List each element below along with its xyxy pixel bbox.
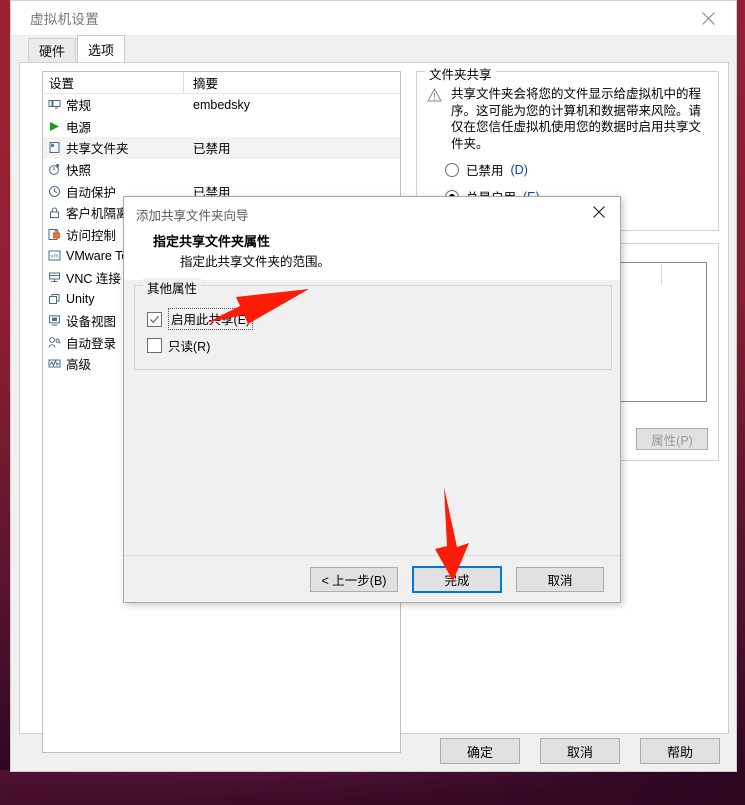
finish-button[interactable]: 完成 [412, 565, 502, 593]
row-name-cell: 共享文件夹 [43, 138, 184, 157]
autoprotect-icon [47, 184, 61, 198]
warning-icon [427, 87, 443, 152]
radio-icon [445, 162, 459, 177]
access-control-icon [47, 227, 61, 241]
checkbox-checked-icon [147, 311, 162, 327]
row-label: 设备视图 [66, 315, 117, 330]
row-label: 自动登录 [66, 336, 117, 351]
checkbox-enable-share-label: 启用此共享(E) [168, 308, 254, 330]
tab-options[interactable]: 选项 [77, 35, 126, 62]
table-row[interactable]: 常规 embedsky [43, 94, 400, 116]
row-name-cell: 电源 [43, 117, 184, 136]
vmware-tools-icon: vm [47, 249, 61, 263]
row-label: 访问控制 [66, 228, 117, 243]
radio-disabled[interactable]: 已禁用 (D) [427, 160, 708, 179]
window-footer: 确定 取消 帮助 [11, 731, 736, 771]
ok-button[interactable]: 确定 [440, 738, 520, 764]
window-edge-left [0, 0, 10, 770]
unity-icon [47, 292, 61, 306]
window-edge-right [737, 0, 745, 770]
radio-disabled-accel: (D) [510, 162, 528, 177]
tab-options-label: 选项 [88, 42, 115, 58]
folder-sharing-legend: 文件夹共享 [425, 64, 496, 83]
title-bar: 虚拟机设置 [11, 1, 736, 35]
column-header-summary[interactable]: 摘要 [184, 72, 400, 93]
table-row[interactable]: 电源 [43, 116, 400, 138]
svg-text:vm: vm [50, 254, 58, 260]
row-label: 客户机隔离 [66, 207, 129, 222]
warning-text: 共享文件夹会将您的文件显示给虚拟机中的程序。这可能为您的计算机和数据带来风险。请… [451, 87, 702, 151]
row-label: 自动保护 [66, 185, 117, 200]
screen: 虚拟机设置 硬件 选项 设置 摘要 常规 embedsky 电源 共享文件夹 已… [0, 0, 745, 805]
checkbox-unchecked-icon [147, 338, 162, 353]
properties-button[interactable]: 属性(P) [636, 428, 708, 450]
monitor-icon [47, 98, 61, 112]
table-row[interactable]: 共享文件夹 已禁用 [43, 137, 400, 159]
row-summary-cell: embedsky [193, 97, 250, 112]
dialog-footer: < 上一步(B) 完成 取消 [124, 555, 620, 602]
play-icon [47, 119, 61, 133]
tab-hardware-label: 硬件 [39, 44, 66, 59]
help-button[interactable]: 帮助 [640, 738, 720, 764]
dialog-cancel-button[interactable]: 取消 [516, 566, 604, 592]
row-name-cell: 快照 [43, 160, 184, 179]
other-attributes-legend: 其他属性 [143, 278, 202, 297]
dialog-subheading: 指定此共享文件夹的范围。 [180, 255, 331, 269]
folders-col-3[interactable] [662, 263, 706, 285]
dialog-title: 添加共享文件夹向导 [136, 209, 249, 223]
row-label: 电源 [66, 120, 92, 135]
tab-hardware[interactable]: 硬件 [28, 38, 77, 62]
warning-row: 共享文件夹会将您的文件显示给虚拟机中的程序。这可能为您的计算机和数据带来风险。请… [427, 86, 708, 152]
column-header-setting[interactable]: 设置 [43, 72, 184, 93]
dialog-heading: 指定共享文件夹属性 [153, 234, 271, 249]
row-name-cell: 常规 [43, 95, 184, 114]
close-icon[interactable] [582, 199, 616, 225]
settings-list-header: 设置 摘要 [43, 72, 400, 94]
row-summary-cell: 已禁用 [193, 142, 231, 157]
row-label: 常规 [66, 99, 92, 114]
checkbox-enable-share[interactable]: 启用此共享(E) [147, 308, 254, 330]
advanced-icon [47, 357, 61, 371]
tab-strip: 硬件 选项 [11, 35, 736, 62]
row-label: 共享文件夹 [66, 142, 129, 157]
dialog-header: 添加共享文件夹向导 指定共享文件夹属性 指定此共享文件夹的范围。 [124, 197, 620, 281]
other-attributes-groupbox: 其他属性 启用此共享(E) 只读(R) [134, 278, 612, 370]
dialog-body: 其他属性 启用此共享(E) 只读(R) [124, 278, 620, 555]
row-label: 快照 [66, 164, 92, 179]
back-button[interactable]: < 上一步(B) [310, 566, 398, 592]
checkbox-read-only[interactable]: 只读(R) [147, 336, 210, 355]
radio-disabled-label: 已禁用 [466, 164, 504, 178]
lock-icon [47, 206, 61, 220]
autologon-icon [47, 335, 61, 349]
checkbox-read-only-label: 只读(R) [168, 340, 211, 354]
cancel-button[interactable]: 取消 [540, 738, 620, 764]
shared-folder-icon [47, 141, 61, 155]
row-label: VNC 连接 [66, 272, 121, 287]
device-view-icon [47, 314, 61, 328]
row-label: Unity [66, 292, 95, 307]
window-title: 虚拟机设置 [30, 12, 99, 27]
table-row[interactable]: 快照 [43, 159, 400, 181]
row-label: 高级 [66, 358, 92, 373]
add-shared-folder-wizard-dialog: 添加共享文件夹向导 指定共享文件夹属性 指定此共享文件夹的范围。 其他属性 启用… [123, 196, 621, 603]
snapshot-icon [47, 163, 61, 177]
close-icon[interactable] [688, 1, 728, 35]
vnc-icon [47, 271, 61, 285]
